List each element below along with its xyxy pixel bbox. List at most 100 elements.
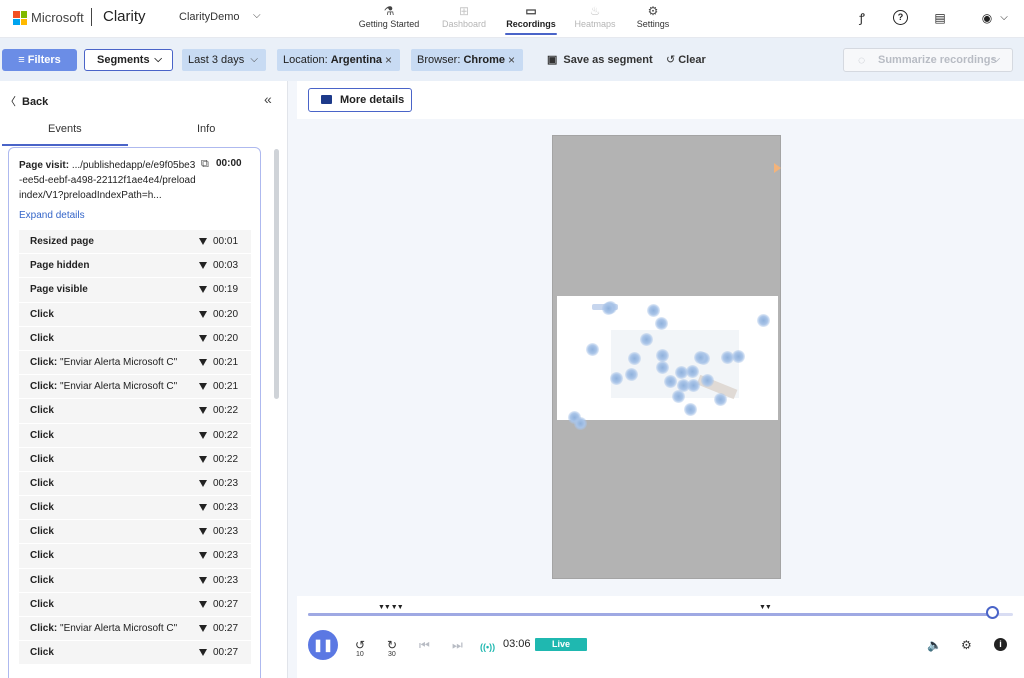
document-icon[interactable]: ▤ [932,10,948,26]
caret-down-icon[interactable] [199,504,207,512]
event-label: Click: "Enviar Alerta Microsoft C" [30,381,178,393]
live-signal-icon: ((•)) [480,642,496,652]
caret-down-icon[interactable] [199,358,207,366]
previous-icon[interactable]: ⏮ [419,637,430,653]
event-row[interactable]: Click 00:23 [19,544,251,569]
expand-details-link[interactable]: Expand details [19,210,85,221]
forward-30-button[interactable]: ↻ 30 [385,637,399,658]
caret-down-icon[interactable] [199,383,207,391]
page-content [557,296,778,430]
event-time: 00:22 [213,453,239,465]
click-dot [693,350,707,364]
tab-heatmaps[interactable]: ♨ Heatmaps [571,2,619,36]
event-row[interactable]: Click 00:27 [19,592,251,617]
tab-events[interactable]: Events [48,123,82,135]
timeline-track[interactable] [308,613,1013,616]
back-button[interactable]: 〈 Back [5,93,48,109]
event-row[interactable]: Click 00:20 [19,302,251,327]
caret-down-icon[interactable] [199,431,207,439]
event-label: Click [30,574,54,586]
close-icon[interactable]: × [508,49,515,71]
caret-down-icon[interactable] [199,528,207,536]
close-icon[interactable]: × [385,49,392,71]
event-time: 00:23 [213,574,239,586]
collapse-panel-icon[interactable]: « [264,91,272,107]
chevron-left-icon: 〈 [5,96,16,108]
next-icon[interactable]: ⏭ [452,637,463,653]
event-label: Click [30,502,54,514]
caret-down-icon[interactable] [199,600,207,608]
chevron-down-icon[interactable]: ⌵ [253,10,261,21]
event-label: Click [30,647,54,659]
tab-getting-started[interactable]: ⚗ Getting Started [355,2,423,36]
event-row[interactable]: Click: "Enviar Alerta Microsoft C" 00:27 [19,617,251,642]
account-icon[interactable]: ◉ [979,10,995,26]
timeline-event-markers[interactable]: ▼▼ [759,604,772,611]
event-row[interactable]: Click 00:23 [19,520,251,545]
clear-label: Clear [678,54,706,66]
scrollbar[interactable] [274,149,279,399]
caret-down-icon[interactable] [199,649,207,657]
external-link-icon[interactable]: ⧉ [201,158,209,171]
location-chip[interactable]: Location: Argentina × [277,49,400,71]
events-panel: 〈 Back « Events Info Page visit: .../publ… [0,81,288,678]
event-row[interactable]: Click 00:22 [19,399,251,424]
event-row[interactable]: Click: "Enviar Alerta Microsoft C" 00:21 [19,375,251,400]
event-row[interactable]: Click 00:22 [19,423,251,448]
tab-settings[interactable]: ⚙ Settings [633,2,673,36]
recording-viewport[interactable] [552,135,781,579]
tab-recordings[interactable]: ▭ Recordings [505,2,557,36]
summarize-recordings-button[interactable]: ◌ Summarize recordings ⌵ [843,48,1013,72]
click-dot [573,416,587,430]
tab-info[interactable]: Info [197,123,215,135]
click-dot [756,313,770,327]
info-icon[interactable]: i [994,638,1007,651]
chevron-down-icon[interactable]: ⌵ [250,49,258,71]
click-dot [601,301,615,315]
chevron-down-icon[interactable]: ⌵ [996,10,1012,26]
caret-down-icon[interactable] [199,625,207,632]
event-row[interactable]: Click 00:23 [19,471,251,497]
volume-icon[interactable]: 🔈 [927,637,942,653]
event-row[interactable]: Page visible 00:19 [19,278,251,303]
event-row[interactable]: Click 00:23 [19,496,251,521]
caret-down-icon[interactable] [199,334,207,342]
event-row[interactable]: Click 00:22 [19,447,251,472]
filters-button[interactable]: ≡ Filters [2,49,77,71]
event-row[interactable]: Click: "Enviar Alerta Microsoft C" 00:21 [19,350,251,376]
caret-down-icon[interactable] [199,310,207,318]
event-row[interactable]: Click 00:23 [19,568,251,593]
caret-down-icon[interactable] [199,455,207,463]
more-details-button[interactable]: More details [308,88,412,112]
caret-down-icon[interactable] [199,407,207,415]
project-selector[interactable]: ClarityDemo [179,11,240,23]
event-row[interactable]: Click 00:27 [19,641,251,666]
caret-down-icon[interactable] [199,552,207,560]
date-range-chip[interactable]: Last 3 days ⌵ [182,49,266,71]
app-title[interactable]: Clarity [103,8,146,25]
live-badge[interactable]: Live [535,638,587,651]
tab-dashboard[interactable]: ⊞ Dashboard [438,2,490,36]
clear-button[interactable]: ↺ Clear [666,49,706,71]
page-visit-entry[interactable]: Page visit: .../publishedapp/e/e9f05be3-… [19,158,197,203]
timeline-knob[interactable] [985,606,999,619]
caret-down-icon[interactable] [199,479,207,487]
caret-down-icon[interactable] [199,238,207,245]
help-icon[interactable]: ? [893,10,908,25]
event-row[interactable]: Page hidden 00:03 [19,254,251,279]
gear-icon[interactable]: ⚙ [961,637,972,653]
pause-button[interactable]: ❚❚ [308,630,338,660]
event-row[interactable]: Resized page 00:01 [19,230,251,255]
people-icon[interactable]: ꝭ [854,10,870,26]
browser-chip[interactable]: Browser: Chrome × [411,49,523,71]
caret-down-icon[interactable] [199,576,207,584]
caret-down-icon[interactable] [199,262,207,270]
timeline-event-markers[interactable]: ▼▼ ▼▼ [378,604,404,611]
segments-button[interactable]: Segments ⌵ [84,49,173,71]
click-dot [685,364,699,378]
event-row[interactable]: Click 00:20 [19,326,251,351]
save-segment-button[interactable]: ▣ Save as segment [547,49,653,71]
caret-down-icon[interactable] [199,286,207,294]
brand-divider [91,8,92,26]
rewind-10-button[interactable]: ↺ 10 [353,637,367,658]
